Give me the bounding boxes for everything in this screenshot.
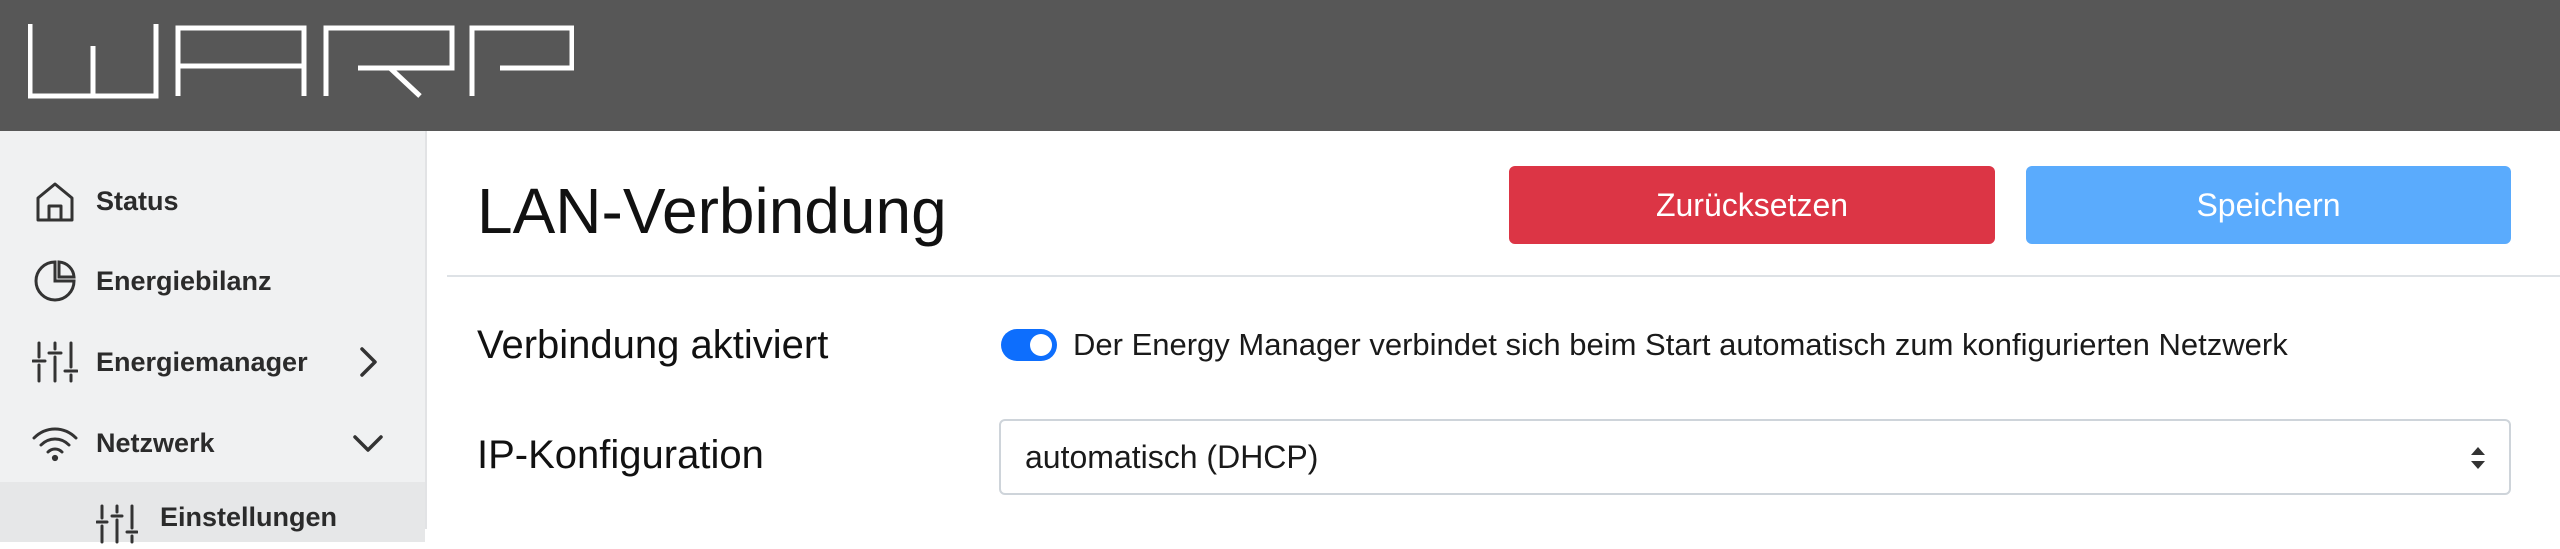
sidebar: Status Energiebilanz Energiemanager Netz… <box>0 131 427 544</box>
pie-chart-icon <box>32 258 78 304</box>
reset-button[interactable]: Zurücksetzen <box>1509 166 1995 244</box>
sliders-icon <box>95 502 139 544</box>
toggle-knob <box>1030 334 1052 356</box>
sidebar-subitem-label: Einstellungen <box>160 502 338 532</box>
home-icon <box>32 178 78 224</box>
connection-enabled-toggle[interactable] <box>1001 329 1057 361</box>
ip-config-value: automatisch (DHCP) <box>1025 439 1319 475</box>
sidebar-item-label: Energiemanager <box>96 347 308 377</box>
warp-logo <box>27 24 575 102</box>
sidebar-item-netzwerk[interactable]: Netzwerk <box>0 403 425 483</box>
ip-config-label: IP-Konfiguration <box>477 433 764 477</box>
wifi-icon <box>32 420 78 466</box>
chevron-right-icon[interactable] <box>351 345 385 379</box>
sidebar-item-label: Status <box>96 186 179 216</box>
sidebar-item-status[interactable]: Status <box>0 161 425 241</box>
sidebar-item-energiebilanz[interactable]: Energiebilanz <box>0 241 425 321</box>
ip-config-select[interactable]: automatisch (DHCP) <box>999 419 2511 495</box>
top-bar <box>0 0 2560 131</box>
page-title: LAN-Verbindung <box>477 175 947 247</box>
connection-enabled-label: Verbindung aktiviert <box>477 323 829 367</box>
sidebar-item-energiemanager[interactable]: Energiemanager <box>0 322 425 402</box>
connection-enabled-description: Der Energy Manager verbindet sich beim S… <box>1073 327 2288 362</box>
divider <box>447 275 2560 277</box>
main-content: LAN-Verbindung Zurücksetzen Speichern Ve… <box>427 131 2560 529</box>
select-arrows-icon <box>2469 445 2487 471</box>
sidebar-item-label: Netzwerk <box>96 428 215 458</box>
save-button[interactable]: Speichern <box>2026 166 2511 244</box>
sliders-icon <box>31 339 79 385</box>
sidebar-item-label: Energiebilanz <box>96 266 272 296</box>
chevron-down-icon[interactable] <box>351 426 385 460</box>
sidebar-subitem-einstellungen[interactable]: Einstellungen <box>0 482 425 544</box>
